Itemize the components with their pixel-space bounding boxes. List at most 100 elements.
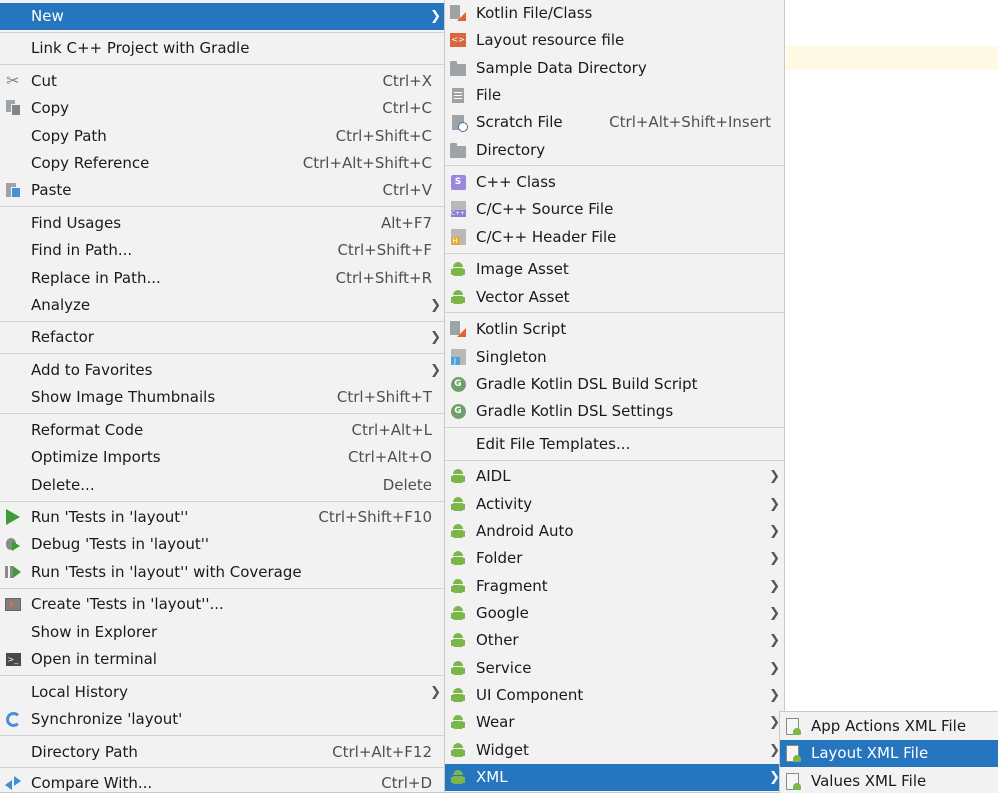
create-config-icon <box>4 595 22 613</box>
menu-item-label: Kotlin Script <box>476 320 567 338</box>
menu-item-label: Delete... <box>31 476 95 494</box>
new-item-singleton[interactable]: Singleton <box>445 344 784 371</box>
menu-item-open-in-terminal[interactable]: >_ Open in terminal <box>0 646 445 673</box>
new-item-image-asset[interactable]: Image Asset <box>445 256 784 283</box>
menu-item-cut[interactable]: ✂ Cut Ctrl+X <box>0 68 445 95</box>
new-item-aidl[interactable]: AIDL ❯ <box>445 463 784 490</box>
new-item-kotlin-script[interactable]: Kotlin Script <box>445 316 784 343</box>
menu-item-copy-path[interactable]: Copy Path Ctrl+Shift+C <box>0 123 445 150</box>
xml-file-icon <box>784 744 802 762</box>
new-item-kotlin-file-class[interactable]: Kotlin File/Class <box>445 0 784 27</box>
android-icon <box>449 604 467 622</box>
kotlin-script-icon <box>449 320 467 338</box>
menu-item-label: Find in Path... <box>31 241 133 259</box>
menu-item-copy-reference[interactable]: Copy Reference Ctrl+Alt+Shift+C <box>0 150 445 177</box>
new-item-ui-component[interactable]: UI Component ❯ <box>445 682 784 709</box>
menu-item-optimize-imports[interactable]: Optimize Imports Ctrl+Alt+O <box>0 444 445 471</box>
xml-item-layout-xml-file[interactable]: Layout XML File <box>780 740 998 767</box>
menu-item-label: Kotlin File/Class <box>476 4 593 22</box>
menu-item-analyze[interactable]: Analyze ❯ <box>0 292 445 319</box>
menu-item-label: Open in terminal <box>31 650 157 668</box>
menu-item-run-with-coverage[interactable]: Run 'Tests in 'layout'' with Coverage <box>0 559 445 586</box>
new-item-fragment[interactable]: Fragment ❯ <box>445 573 784 600</box>
menu-item-compare-with[interactable]: Compare With... Ctrl+D <box>0 770 445 792</box>
menu-item-show-in-explorer[interactable]: Show in Explorer <box>0 619 445 646</box>
scratch-file-icon <box>449 113 468 132</box>
menu-item-label: Compare With... <box>31 774 153 792</box>
new-item-cpp-class[interactable]: S C++ Class <box>445 169 784 196</box>
menu-item-copy[interactable]: Copy Ctrl+C <box>0 95 445 122</box>
menu-item-create-tests[interactable]: Create 'Tests in 'layout''... <box>0 591 445 618</box>
menu-item-delete[interactable]: Delete... Delete <box>0 472 445 499</box>
new-item-directory[interactable]: Directory <box>445 137 784 164</box>
new-item-file[interactable]: File <box>445 82 784 109</box>
separator <box>0 501 445 502</box>
new-item-service[interactable]: Service ❯ <box>445 655 784 682</box>
separator <box>0 735 445 736</box>
menu-item-label: Paste <box>31 181 72 199</box>
menu-item-shortcut: Ctrl+Alt+Shift+Insert <box>609 113 771 131</box>
menu-item-show-image-thumbnails[interactable]: Show Image Thumbnails Ctrl+Shift+T <box>0 384 445 411</box>
new-item-cpp-source-file[interactable]: C/C++ Source File <box>445 196 784 223</box>
new-item-edit-file-templates[interactable]: Edit File Templates... <box>445 431 784 458</box>
menu-item-label: Vector Asset <box>476 288 570 306</box>
new-item-activity[interactable]: Activity ❯ <box>445 491 784 518</box>
menu-item-label: Values XML File <box>811 772 927 790</box>
menu-item-shortcut: Delete <box>382 476 432 494</box>
new-item-vector-asset[interactable]: Vector Asset <box>445 284 784 311</box>
submenu-arrow-icon: ❯ <box>430 298 441 313</box>
new-item-folder[interactable]: Folder ❯ <box>445 545 784 572</box>
copy-icon <box>4 99 22 117</box>
menu-item-run-tests[interactable]: Run 'Tests in 'layout'' Ctrl+Shift+F10 <box>0 504 445 531</box>
menu-item-label: Copy <box>31 99 70 117</box>
new-item-google[interactable]: Google ❯ <box>445 600 784 627</box>
submenu-arrow-icon: ❯ <box>430 363 441 378</box>
new-item-wear[interactable]: Wear ❯ <box>445 709 784 736</box>
menu-item-find-usages[interactable]: Find Usages Alt+F7 <box>0 210 445 237</box>
menu-item-label: Android Auto <box>476 522 574 540</box>
separator <box>445 460 784 461</box>
new-item-xml[interactable]: XML ❯ <box>445 764 784 791</box>
new-item-android-auto[interactable]: Android Auto ❯ <box>445 518 784 545</box>
submenu-arrow-icon: ❯ <box>769 497 780 512</box>
menu-item-label: C/C++ Source File <box>476 200 614 218</box>
menu-item-label: Sample Data Directory <box>476 59 647 77</box>
menu-item-label: Add to Favorites <box>31 361 153 379</box>
new-item-cpp-header-file[interactable]: C/C++ Header File <box>445 224 784 251</box>
separator <box>0 767 445 768</box>
editor-current-line <box>786 46 998 70</box>
menu-item-shortcut: Alt+F7 <box>380 214 432 232</box>
menu-item-label: Local History <box>31 683 129 701</box>
menu-item-link-cpp-project[interactable]: Link C++ Project with Gradle <box>0 35 445 62</box>
new-item-gradle-settings[interactable]: G Gradle Kotlin DSL Settings <box>445 398 784 425</box>
menu-item-label: Layout XML File <box>811 744 929 762</box>
debug-icon <box>4 535 22 553</box>
separator <box>445 427 784 428</box>
menu-item-debug-tests[interactable]: Debug 'Tests in 'layout'' <box>0 531 445 558</box>
menu-item-local-history[interactable]: Local History ❯ <box>0 679 445 706</box>
xml-item-values-xml-file[interactable]: Values XML File <box>780 768 998 793</box>
menu-item-directory-path[interactable]: Directory Path Ctrl+Alt+F12 <box>0 739 445 766</box>
new-item-scratch-file[interactable]: Scratch File Ctrl+Alt+Shift+Insert <box>445 109 784 136</box>
new-item-widget[interactable]: Widget ❯ <box>445 737 784 764</box>
new-item-gradle-build-script[interactable]: G Gradle Kotlin DSL Build Script <box>445 371 784 398</box>
menu-item-replace-in-path[interactable]: Replace in Path... Ctrl+Shift+R <box>0 265 445 292</box>
separator <box>0 206 445 207</box>
new-item-other[interactable]: Other ❯ <box>445 627 784 654</box>
submenu-arrow-icon: ❯ <box>769 469 780 484</box>
android-icon <box>449 741 467 759</box>
xml-item-app-actions[interactable]: App Actions XML File <box>780 713 998 740</box>
menu-item-find-in-path[interactable]: Find in Path... Ctrl+Shift+F <box>0 237 445 264</box>
menu-item-synchronize[interactable]: Synchronize 'layout' <box>0 706 445 733</box>
menu-item-shortcut: Ctrl+Shift+R <box>335 269 432 287</box>
menu-item-label: UI Component <box>476 686 584 704</box>
new-item-sample-data-directory[interactable]: Sample Data Directory <box>445 55 784 82</box>
separator <box>0 588 445 589</box>
menu-item-add-to-favorites[interactable]: Add to Favorites ❯ <box>0 357 445 384</box>
menu-item-paste[interactable]: Paste Ctrl+V <box>0 177 445 204</box>
menu-item-reformat-code[interactable]: Reformat Code Ctrl+Alt+L <box>0 417 445 444</box>
menu-item-refactor[interactable]: Refactor ❯ <box>0 324 445 351</box>
menu-item-new[interactable]: New ❯ <box>0 3 445 30</box>
android-icon <box>449 467 467 485</box>
new-item-layout-resource-file[interactable]: <> Layout resource file <box>445 27 784 54</box>
